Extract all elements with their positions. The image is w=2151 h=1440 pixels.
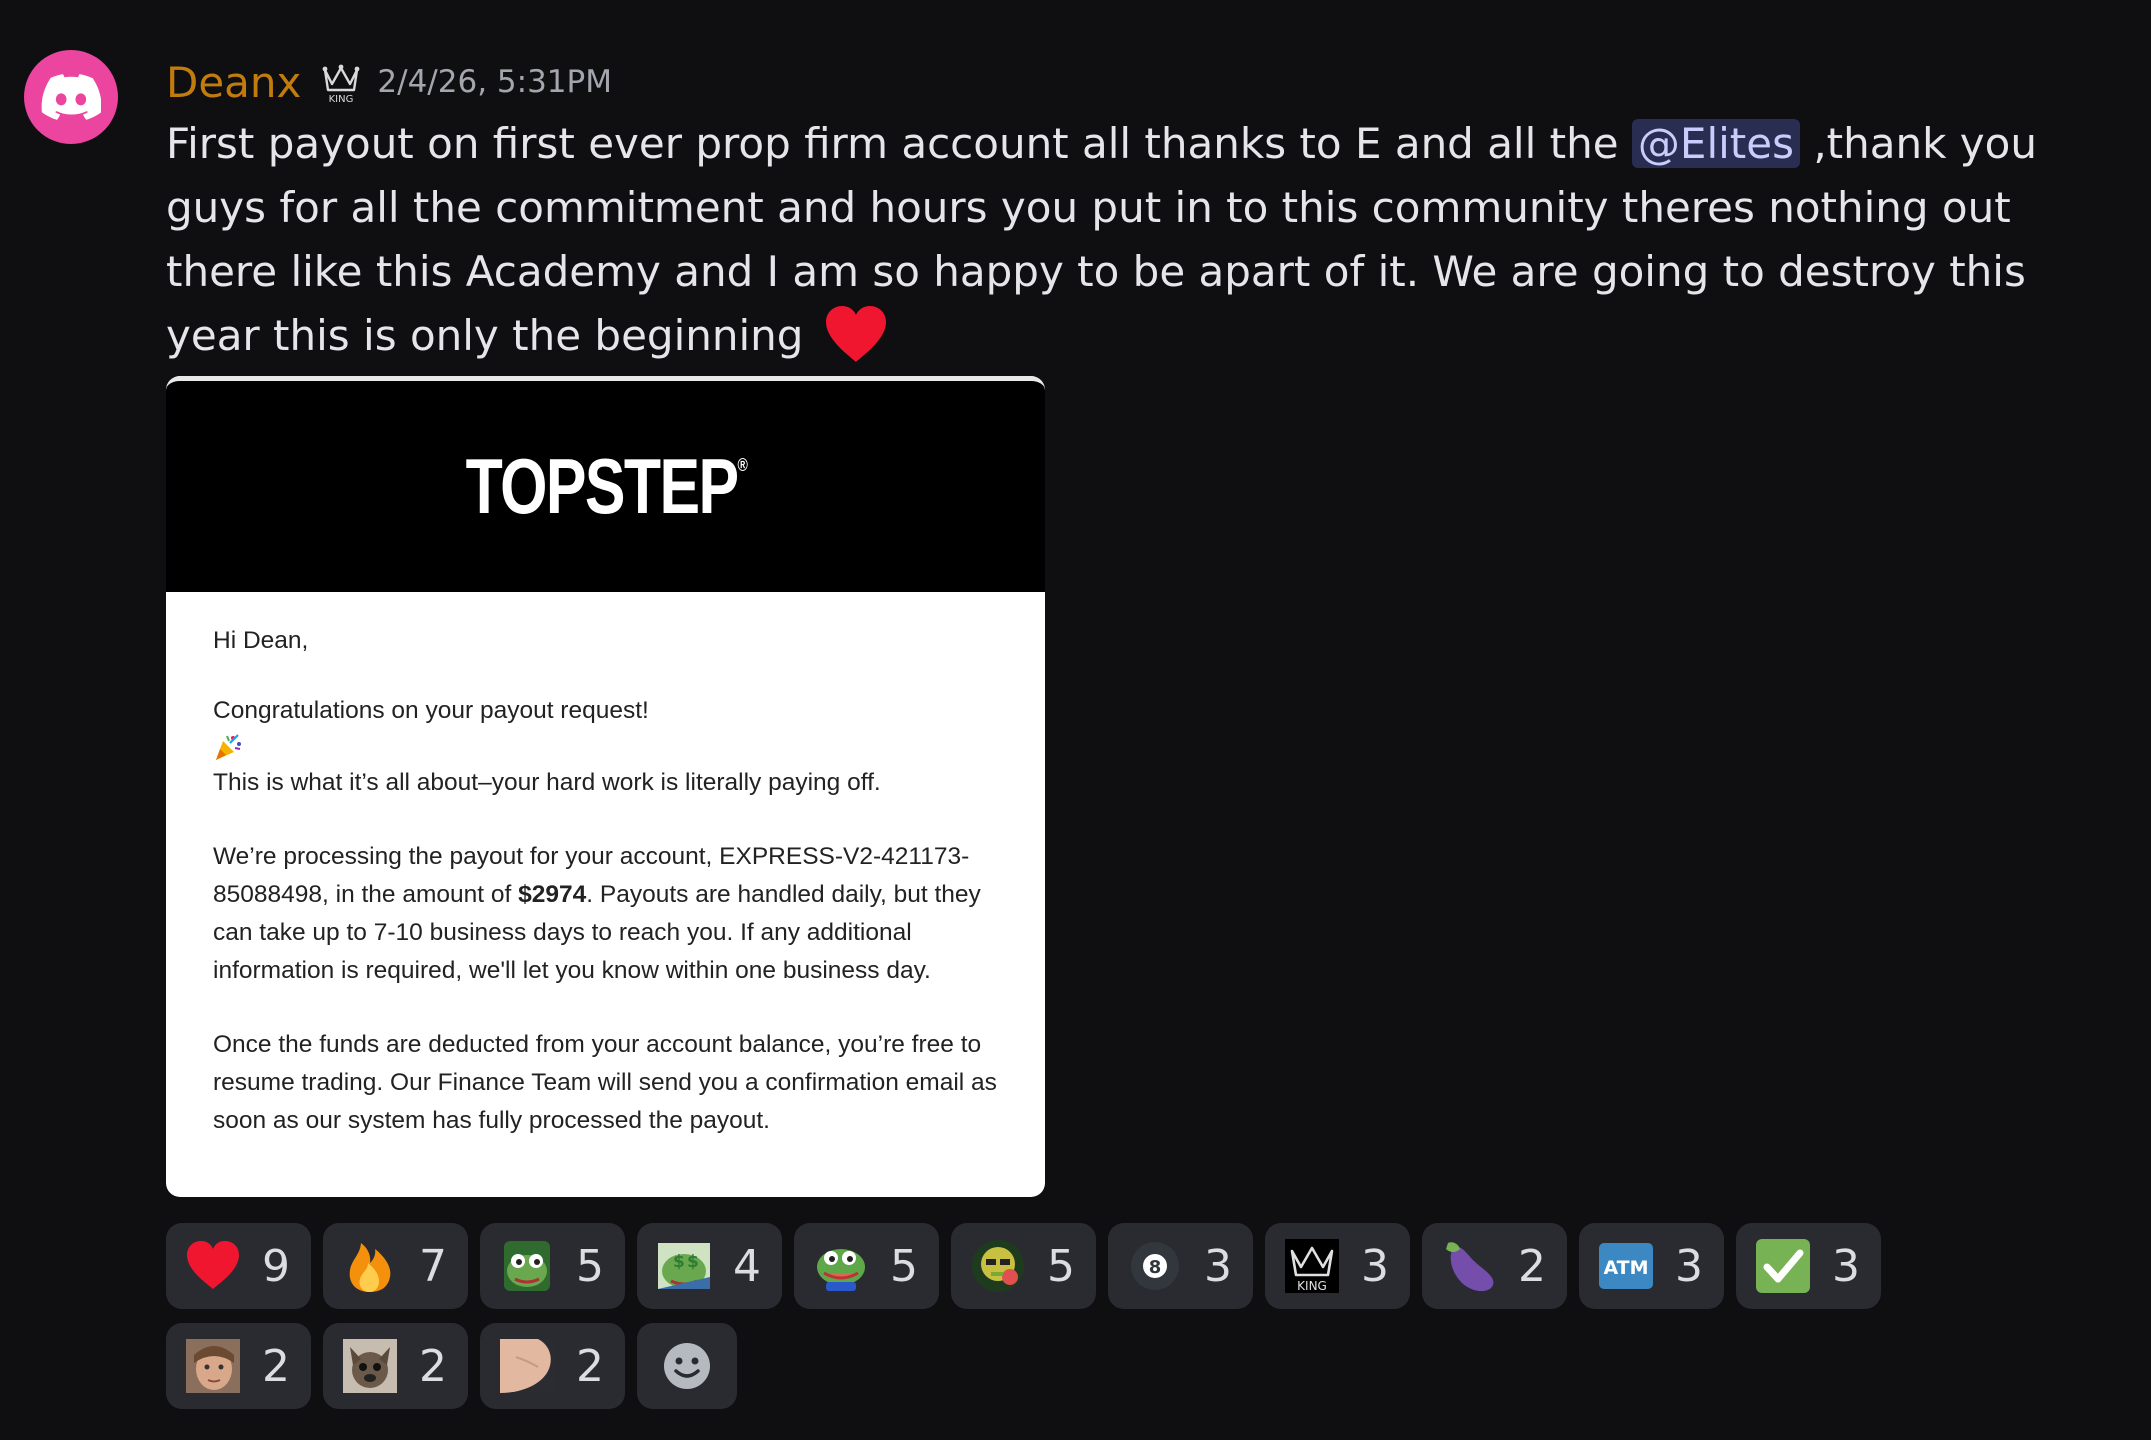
svg-text:$: $ [687, 1252, 699, 1272]
reaction-pepe-money[interactable]: $ $ 4 [637, 1223, 782, 1309]
reaction-count: 9 [262, 1240, 290, 1292]
add-reaction-button[interactable] [637, 1323, 737, 1409]
email-paragraph-resume: Once the funds are deducted from your ac… [213, 1031, 997, 1134]
reaction-red-heart[interactable]: 9 [166, 1223, 311, 1309]
svg-text:KING: KING [1297, 1279, 1327, 1293]
top-strip [0, 0, 2151, 12]
check-mark-icon [1754, 1237, 1812, 1295]
message-header: Deanx KING 2/4/26, 5:31PM [166, 52, 612, 112]
reaction-dog-photo[interactable]: 2 [323, 1323, 468, 1409]
discord-logo-icon [41, 74, 101, 120]
reaction-count: 5 [890, 1240, 918, 1292]
reaction-hand-photo[interactable]: 2 [480, 1323, 625, 1409]
red-heart-icon [823, 304, 889, 364]
pepe-happy-icon [812, 1237, 870, 1295]
reaction-check-mark[interactable]: 3 [1736, 1223, 1881, 1309]
reaction-face-photo[interactable]: 2 [166, 1323, 311, 1409]
message-timestamp[interactable]: 2/4/26, 5:31PM [377, 64, 612, 100]
reaction-count: 4 [733, 1240, 761, 1292]
reaction-count: 2 [1518, 1240, 1546, 1292]
reaction-count: 3 [1832, 1240, 1860, 1292]
email-congrats: Congratulations on your payout request! [213, 697, 649, 724]
reaction-count: 2 [419, 1340, 447, 1392]
reaction-count: 3 [1204, 1240, 1232, 1292]
reactions-bar: 9 7 5 $ $ 4 5 5 8 3 KING 3 2 ATM 3 3 2 2… [166, 1223, 2026, 1409]
party-popper-icon [216, 734, 241, 760]
reaction-count: 7 [419, 1240, 447, 1292]
message-text-part-1: First payout on first ever prop firm acc… [166, 119, 1632, 168]
add-reaction-smiley-icon [658, 1337, 716, 1395]
pepe-money-icon: $ $ [655, 1237, 713, 1295]
reaction-fire[interactable]: 7 [323, 1223, 468, 1309]
reaction-pepe-frog[interactable]: 5 [480, 1223, 625, 1309]
brand-logo: TOPSTEP® [465, 442, 747, 530]
crown-king-icon: KING [1283, 1237, 1341, 1295]
svg-text:ATM: ATM [1603, 1257, 1648, 1279]
email-banner: TOPSTEP® [166, 376, 1045, 592]
email-greeting: Hi Dean, [213, 627, 309, 654]
message-content: First payout on first ever prop firm acc… [166, 112, 2046, 368]
reaction-count: 2 [576, 1340, 604, 1392]
face-photo-icon [184, 1337, 242, 1395]
green-emote-icon [969, 1237, 1027, 1295]
eggplant-icon [1440, 1237, 1498, 1295]
reaction-eggplant[interactable]: 2 [1422, 1223, 1567, 1309]
red-heart-icon [184, 1237, 242, 1295]
email-tagline: This is what it’s all about–your hard wo… [213, 769, 881, 796]
reaction-count: 5 [576, 1240, 604, 1292]
hand-photo-icon [498, 1337, 556, 1395]
user-avatar[interactable] [24, 50, 118, 144]
eight-ball-icon: 8 [1126, 1237, 1184, 1295]
image-attachment[interactable]: TOPSTEP® Hi Dean, Congratulations on you… [166, 376, 1045, 1197]
reaction-crown-king[interactable]: KING 3 [1265, 1223, 1410, 1309]
payout-amount: $2974 [518, 881, 587, 908]
role-mention[interactable]: @Elites [1631, 119, 1800, 168]
reaction-eight-ball[interactable]: 8 3 [1108, 1223, 1253, 1309]
svg-text:$: $ [673, 1252, 685, 1272]
svg-text:8: 8 [1149, 1257, 1162, 1278]
reaction-pepe-happy[interactable]: 5 [794, 1223, 939, 1309]
crown-king-icon[interactable]: KING [319, 60, 363, 105]
dog-photo-icon [341, 1337, 399, 1395]
reaction-count: 5 [1047, 1240, 1075, 1292]
svg-text:KING: KING [329, 94, 354, 104]
reaction-count: 3 [1675, 1240, 1703, 1292]
brand-logo-text: TOPSTEP [465, 442, 739, 530]
reaction-count: 3 [1361, 1240, 1389, 1292]
reaction-green-emote[interactable]: 5 [951, 1223, 1096, 1309]
atm-icon: ATM [1597, 1237, 1655, 1295]
email-body: Hi Dean, Congratulations on your payout … [166, 592, 1045, 1140]
email-paragraph-processing: We’re processing the payout for your acc… [213, 843, 981, 984]
reaction-count: 2 [262, 1340, 290, 1392]
reaction-atm[interactable]: ATM 3 [1579, 1223, 1724, 1309]
fire-icon [341, 1237, 399, 1295]
pepe-frog-icon [498, 1237, 556, 1295]
username[interactable]: Deanx [166, 58, 301, 107]
